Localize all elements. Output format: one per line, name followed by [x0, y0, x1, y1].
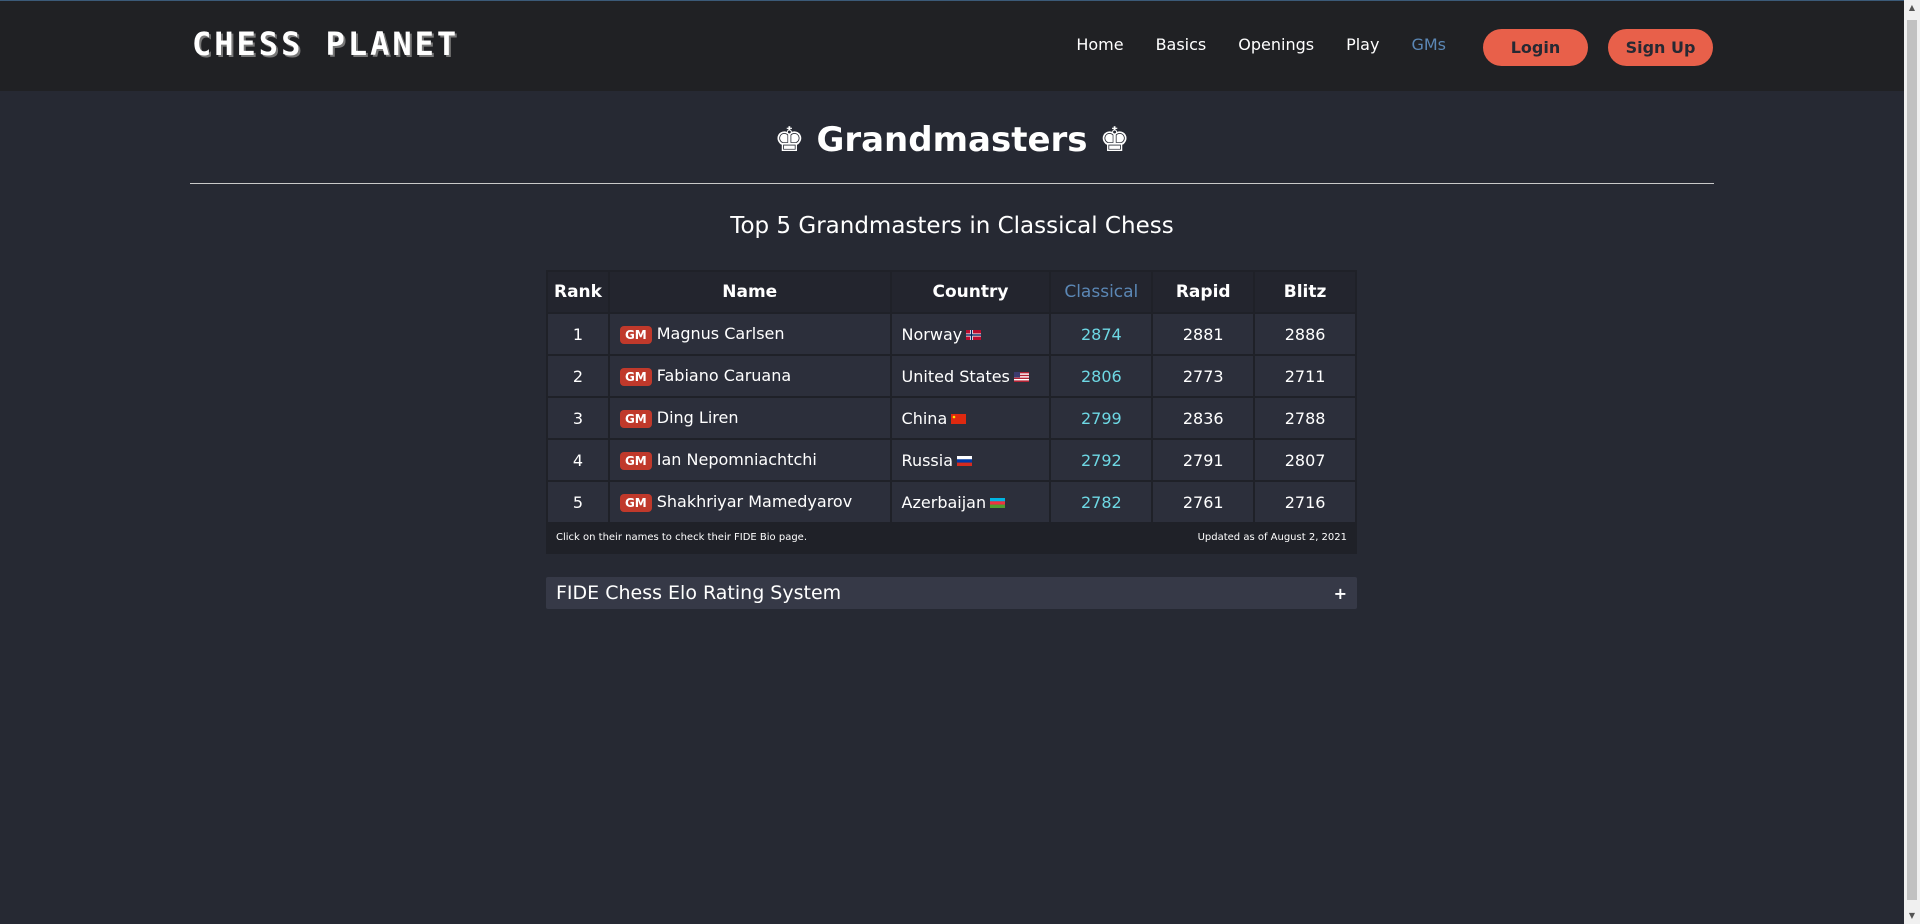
- table-row: 5 GM Shakhriyar Mamedyarov Azerbaijan 278…: [548, 482, 1355, 522]
- blitz-rating: 2886: [1255, 314, 1355, 354]
- country-cell: Russia: [891, 440, 1050, 480]
- china-flag-icon: [951, 414, 967, 424]
- classical-rating: 2792: [1051, 440, 1152, 480]
- russia-flag-icon: [957, 456, 973, 466]
- table-header-row: Rank Name Country Classical Rapid Blitz: [548, 272, 1355, 312]
- player-name-link[interactable]: Ian Nepomniachtchi: [657, 450, 817, 469]
- country-cell: United States: [891, 356, 1050, 396]
- country-name: China: [901, 408, 948, 428]
- classical-rating: 2806: [1051, 356, 1152, 396]
- navbar: CHESS PLANET Home Basics Openings Play G…: [0, 0, 1904, 91]
- header-blitz: Blitz: [1255, 272, 1355, 312]
- table-subtitle: Top 5 Grandmasters in Classical Chess: [730, 213, 1174, 239]
- table-row: 4 GM Ian Nepomniachtchi Russia 2792 2791 …: [548, 440, 1355, 480]
- name-cell[interactable]: GM Shakhriyar Mamedyarov: [609, 482, 890, 522]
- gm-badge: GM: [619, 325, 652, 344]
- rank-cell: 5: [548, 482, 608, 522]
- page-title: ♚ Grandmasters ♚: [774, 120, 1130, 160]
- nav-link-gms[interactable]: GMs: [1411, 35, 1446, 54]
- name-cell[interactable]: GM Ding Liren: [609, 398, 890, 438]
- grandmasters-table-container: Rank Name Country Classical Rapid Blitz …: [546, 270, 1357, 554]
- country-cell: China: [891, 398, 1050, 438]
- accordion-title: FIDE Chess Elo Rating System: [556, 582, 842, 604]
- nav-link-play[interactable]: Play: [1346, 35, 1379, 54]
- norway-flag-icon: [966, 330, 982, 340]
- gm-badge: GM: [619, 409, 652, 428]
- classical-rating: 2782: [1051, 482, 1152, 522]
- table-row: 2 GM Fabiano Caruana United States 2806 2…: [548, 356, 1355, 396]
- blitz-rating: 2711: [1255, 356, 1355, 396]
- grandmasters-table: Rank Name Country Classical Rapid Blitz …: [546, 270, 1357, 524]
- header-rank: Rank: [548, 272, 608, 312]
- classical-rating: 2799: [1051, 398, 1152, 438]
- country-cell: Norway: [891, 314, 1050, 354]
- blitz-rating: 2716: [1255, 482, 1355, 522]
- player-name-link[interactable]: Magnus Carlsen: [657, 324, 785, 343]
- nav-links: Home Basics Openings Play GMs: [1076, 35, 1446, 54]
- classical-rating: 2874: [1051, 314, 1152, 354]
- country-name: Norway: [901, 324, 963, 344]
- table-row: 3 GM Ding Liren China 2799 2836 2788: [548, 398, 1355, 438]
- scroll-up-icon[interactable]: ▲: [1907, 3, 1917, 13]
- rank-cell: 3: [548, 398, 608, 438]
- name-cell[interactable]: GM Magnus Carlsen: [609, 314, 890, 354]
- header-classical: Classical: [1051, 272, 1152, 312]
- blitz-rating: 2788: [1255, 398, 1355, 438]
- country-name: United States: [901, 366, 1010, 386]
- site-logo[interactable]: CHESS PLANET: [192, 25, 459, 63]
- rapid-rating: 2881: [1153, 314, 1254, 354]
- header-rapid: Rapid: [1153, 272, 1254, 312]
- rapid-rating: 2791: [1153, 440, 1254, 480]
- rapid-rating: 2836: [1153, 398, 1254, 438]
- player-name-link[interactable]: Fabiano Caruana: [657, 366, 791, 385]
- header-name: Name: [609, 272, 890, 312]
- name-cell[interactable]: GM Ian Nepomniachtchi: [609, 440, 890, 480]
- country-cell: Azerbaijan: [891, 482, 1050, 522]
- usa-flag-icon: [1013, 372, 1029, 382]
- scrollbar-thumb[interactable]: [1907, 20, 1917, 900]
- rank-cell: 1: [548, 314, 608, 354]
- player-name-link[interactable]: Shakhriyar Mamedyarov: [657, 492, 852, 511]
- gm-badge: GM: [619, 367, 652, 386]
- elo-accordion[interactable]: FIDE Chess Elo Rating System +: [546, 577, 1357, 609]
- blitz-rating: 2807: [1255, 440, 1355, 480]
- scroll-down-icon[interactable]: ▼: [1907, 911, 1917, 921]
- nav-link-home[interactable]: Home: [1076, 35, 1123, 54]
- signup-button[interactable]: Sign Up: [1608, 29, 1713, 66]
- vertical-scrollbar[interactable]: ▲ ▼: [1904, 0, 1920, 924]
- player-name-link[interactable]: Ding Liren: [657, 408, 739, 427]
- azerbaijan-flag-icon: [990, 498, 1006, 508]
- country-name: Azerbaijan: [901, 492, 987, 512]
- rank-cell: 2: [548, 356, 608, 396]
- login-button[interactable]: Login: [1483, 29, 1588, 66]
- header-country: Country: [891, 272, 1050, 312]
- footnote-hint: Click on their names to check their FIDE…: [556, 532, 808, 543]
- table-footer: Click on their names to check their FIDE…: [546, 532, 1357, 543]
- rank-cell: 4: [548, 440, 608, 480]
- nav-link-openings[interactable]: Openings: [1238, 35, 1314, 54]
- name-cell[interactable]: GM Fabiano Caruana: [609, 356, 890, 396]
- table-row: 1 GM Magnus Carlsen Norway 2874 2881 2886: [548, 314, 1355, 354]
- rapid-rating: 2761: [1153, 482, 1254, 522]
- nav-link-basics[interactable]: Basics: [1156, 35, 1207, 54]
- rapid-rating: 2773: [1153, 356, 1254, 396]
- country-name: Russia: [901, 450, 954, 470]
- plus-icon[interactable]: +: [1334, 584, 1347, 603]
- gm-badge: GM: [619, 451, 652, 470]
- gm-badge: GM: [619, 493, 652, 512]
- footnote-updated: Updated as of August 2, 2021: [1197, 532, 1347, 543]
- title-divider: [190, 183, 1714, 184]
